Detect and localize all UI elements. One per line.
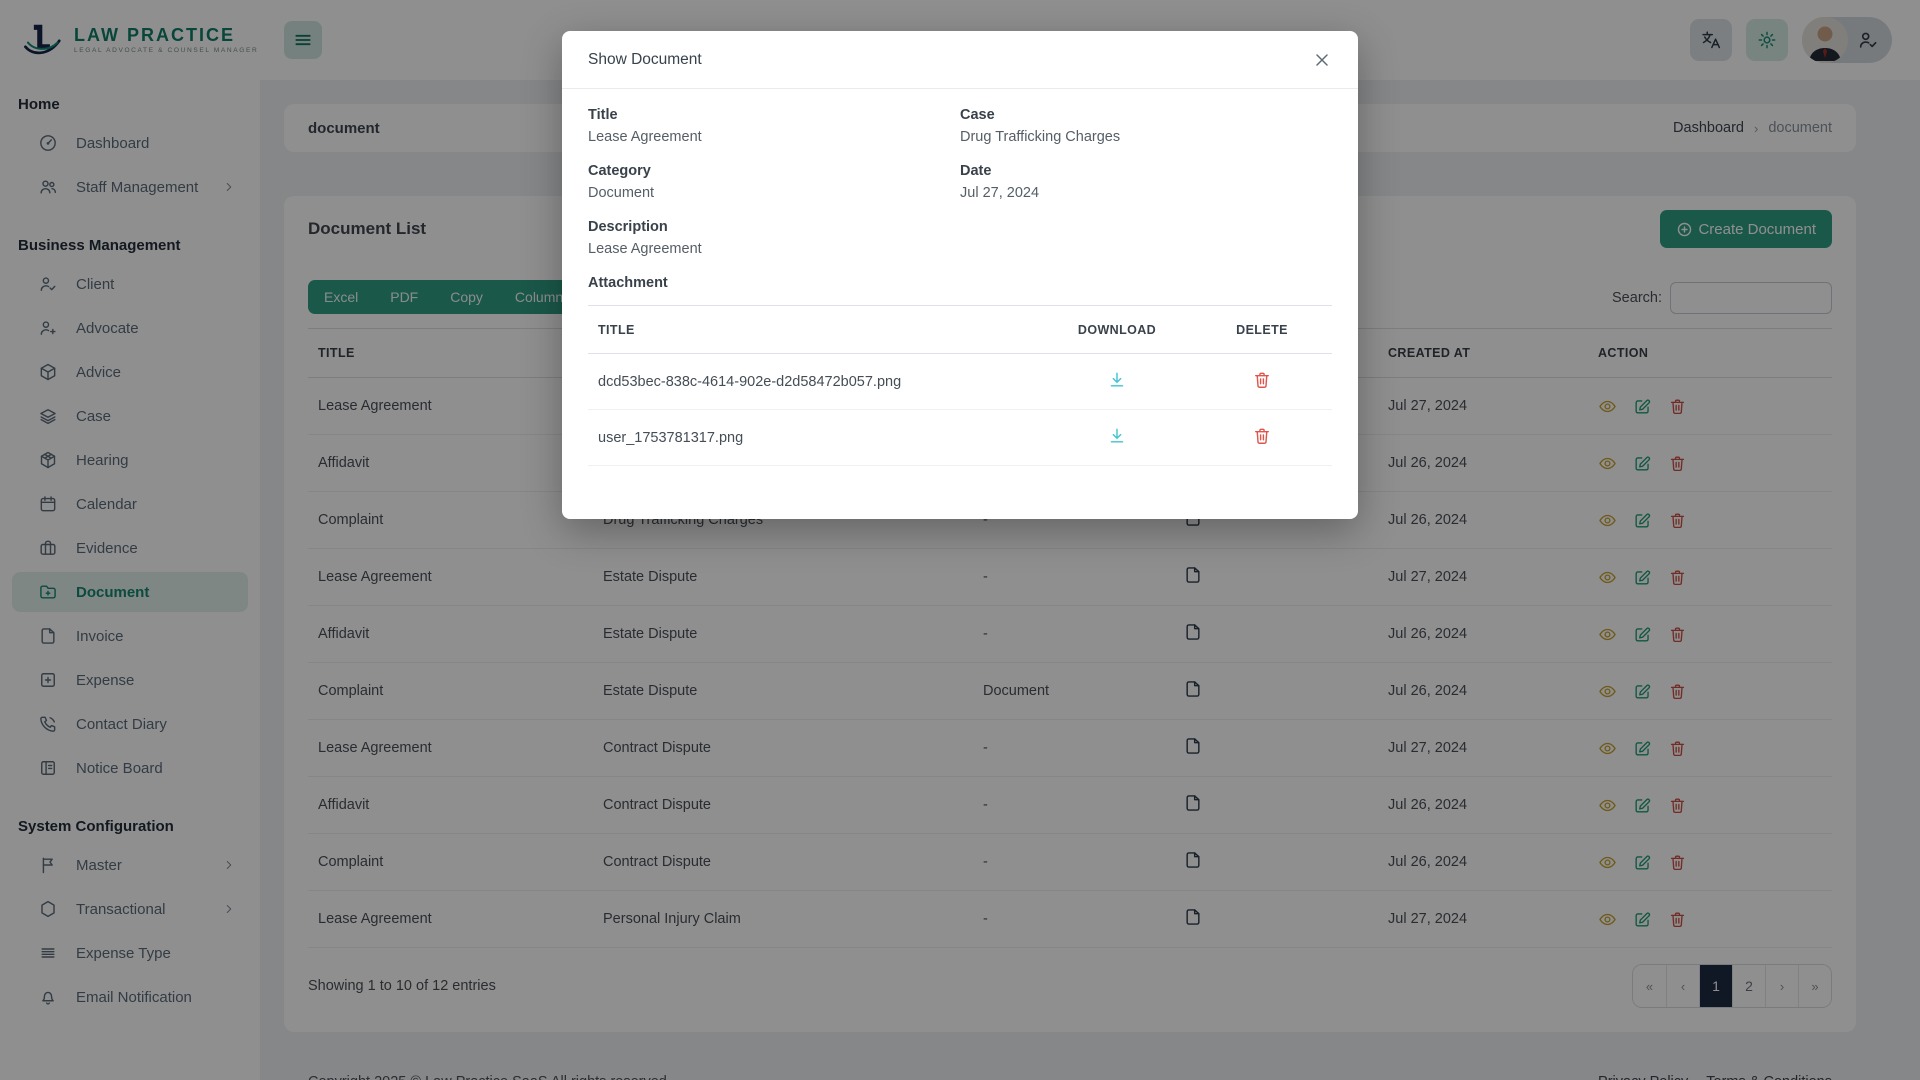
download-button[interactable] (1107, 370, 1127, 390)
attachment-row: user_1753781317.png (588, 410, 1332, 466)
field-label: Date (960, 163, 1332, 179)
field-value: Drug Trafficking Charges (960, 129, 1332, 145)
modal-fields: TitleLease AgreementCaseDrug Trafficking… (588, 107, 1332, 257)
field-label: Case (960, 107, 1332, 123)
attachment-body: dcd53bec-838c-4614-902e-d2d58472b057.png… (588, 354, 1332, 466)
delete-attachment-button[interactable] (1252, 370, 1272, 390)
modal-field-title: Title Lease Agreement (588, 107, 960, 145)
field-label: Category (588, 163, 960, 179)
attachment-column-header: DOWNLOAD (1042, 306, 1192, 354)
field-label: Title (588, 107, 960, 123)
attachment-download-cell (1042, 354, 1192, 410)
attachment-delete-cell (1192, 354, 1332, 410)
download-button[interactable] (1107, 426, 1127, 446)
attachment-filename: user_1753781317.png (588, 410, 1042, 466)
field-label: Description (588, 219, 960, 235)
modal-title: Show Document (588, 51, 702, 69)
field-value: Lease Agreement (588, 129, 960, 145)
modal-field-case: Case Drug Trafficking Charges (960, 107, 1332, 145)
attachment-header-row: TITLEDOWNLOADDELETE (588, 306, 1332, 354)
delete-attachment-button[interactable] (1252, 426, 1272, 446)
attachment-table: TITLEDOWNLOADDELETE dcd53bec-838c-4614-9… (588, 305, 1332, 466)
attachment-column-header: DELETE (1192, 306, 1332, 354)
close-icon[interactable] (1312, 50, 1332, 70)
attachment-label: Attachment (588, 275, 1332, 291)
attachment-row: dcd53bec-838c-4614-902e-d2d58472b057.png (588, 354, 1332, 410)
modal-field-date: Date Jul 27, 2024 (960, 163, 1332, 201)
field-value: Document (588, 185, 960, 201)
attachment-column-header: TITLE (588, 306, 1042, 354)
attachment-filename: dcd53bec-838c-4614-902e-d2d58472b057.png (588, 354, 1042, 410)
show-document-modal: Show Document TitleLease AgreementCaseDr… (562, 31, 1358, 519)
attachment-delete-cell (1192, 410, 1332, 466)
attachment-download-cell (1042, 410, 1192, 466)
field-value: Lease Agreement (588, 241, 960, 257)
modal-field-description: Description Lease Agreement (588, 219, 960, 257)
field-value: Jul 27, 2024 (960, 185, 1332, 201)
modal-field-category: Category Document (588, 163, 960, 201)
